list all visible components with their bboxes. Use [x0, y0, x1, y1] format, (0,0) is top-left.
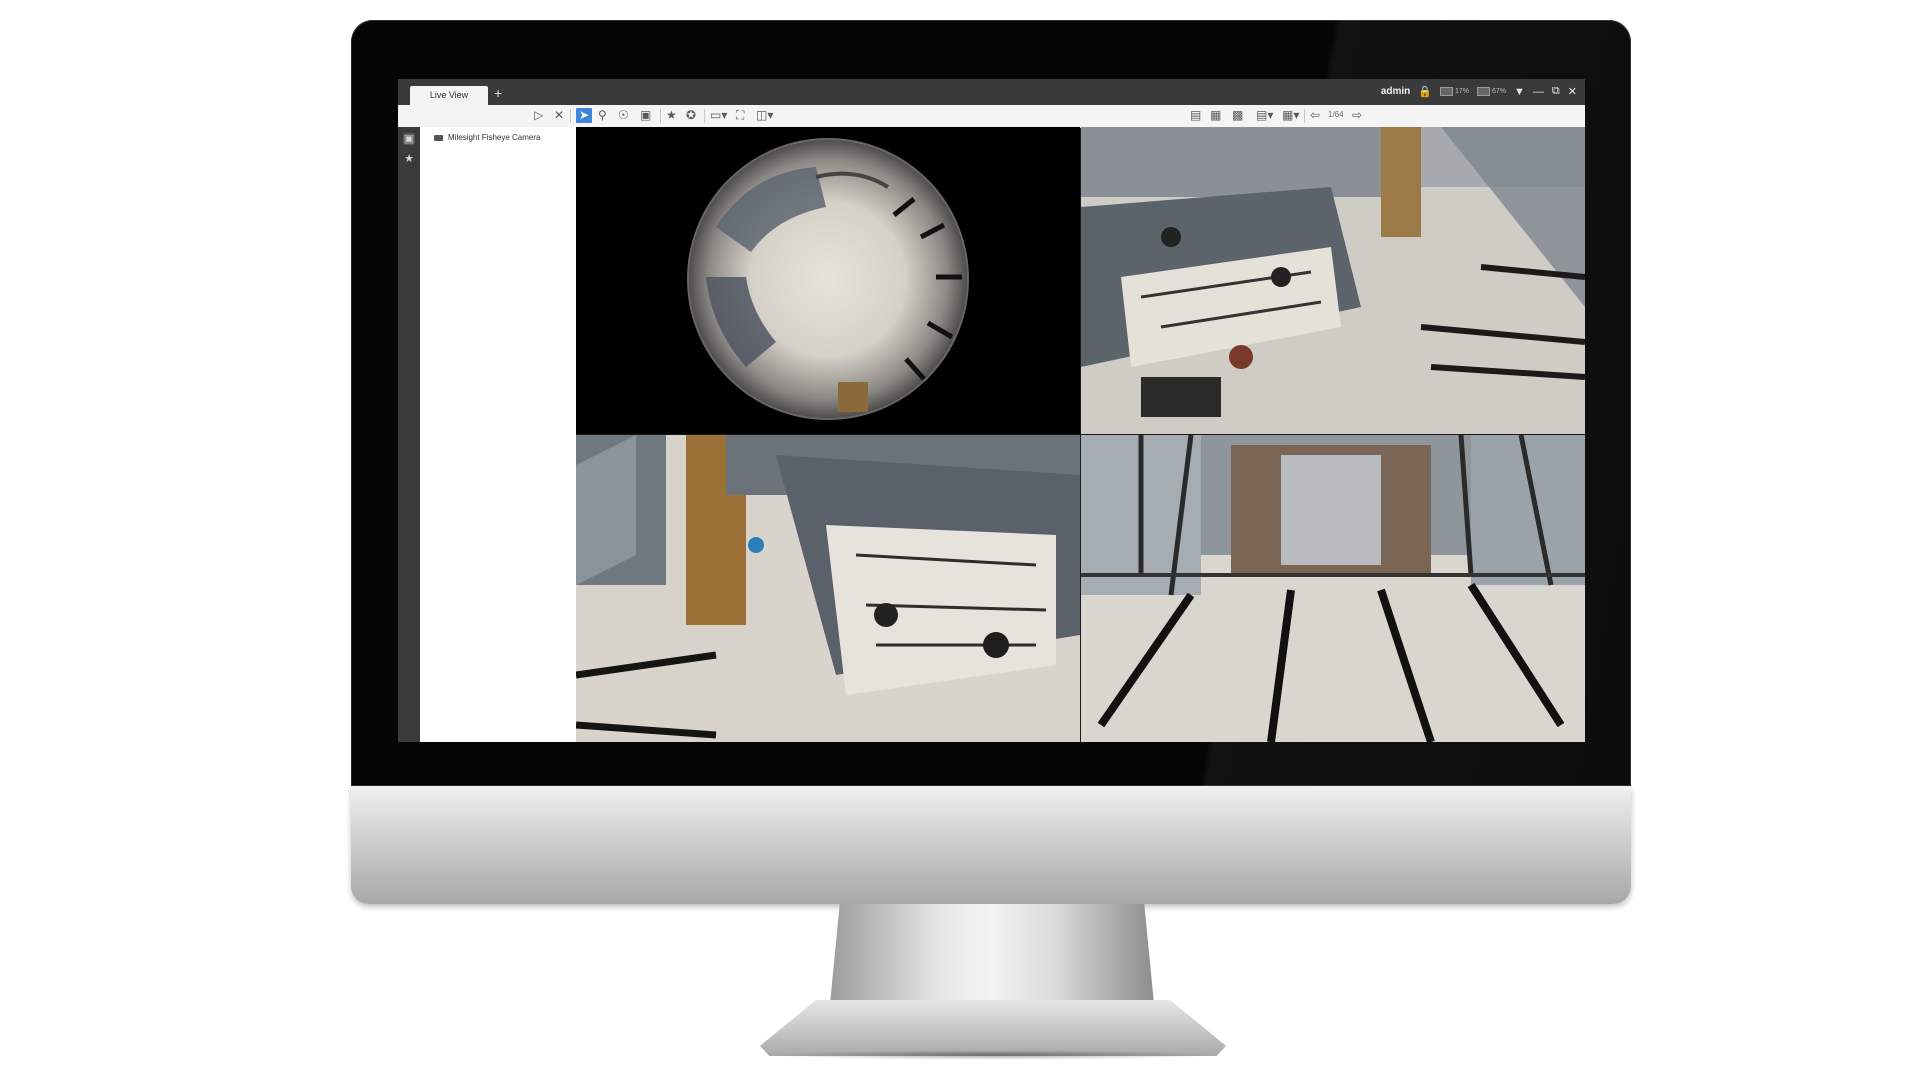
- close-all-icon[interactable]: ✕: [554, 108, 564, 123]
- layout-1x1-icon[interactable]: ▤: [1190, 108, 1201, 123]
- toolbar-divider: [1304, 109, 1305, 123]
- ram-value: 67%: [1492, 88, 1507, 95]
- corridor-view: [1081, 435, 1585, 742]
- previous-page-icon[interactable]: ⇦: [1310, 108, 1320, 123]
- layout-more-icon[interactable]: ▦▾: [1282, 108, 1299, 123]
- layout-3x3-icon[interactable]: ▩: [1232, 108, 1243, 123]
- ram-usage: 67%: [1477, 87, 1506, 96]
- device-panel: Milesight Fisheye Camera: [420, 127, 576, 742]
- close-icon[interactable]: ✕: [1568, 85, 1577, 98]
- user-name[interactable]: admin: [1381, 86, 1410, 97]
- video-tile-corridor[interactable]: [1081, 435, 1585, 742]
- fullscreen-icon[interactable]: ⛶: [736, 108, 744, 123]
- device-label: Milesight Fisheye Camera: [448, 133, 541, 142]
- monitor-chin: [351, 786, 1631, 904]
- favorite-icon[interactable]: ★: [666, 108, 677, 123]
- ram-icon: [1477, 87, 1491, 96]
- app-window: Live View + admin 🔒 17% 67% ▼ — ⧉ ✕ ▷ ✕ …: [398, 79, 1585, 742]
- device-list-icon[interactable]: ▣: [403, 133, 415, 145]
- play-icon[interactable]: ▷: [534, 108, 543, 123]
- video-grid: [576, 127, 1585, 742]
- add-favorite-icon[interactable]: ✪: [686, 108, 696, 123]
- fisheye-view: [576, 127, 1080, 434]
- window-division-icon[interactable]: ◫▾: [756, 108, 773, 123]
- cpu-value: 17%: [1455, 88, 1470, 95]
- snapshot-icon[interactable]: ▣: [640, 108, 651, 123]
- cpu-icon: [1440, 87, 1453, 96]
- view-toolbar: ▷ ✕ ➤ ⚲ ☉ ▣ ★ ✪ ▭▾ ⛶ ◫▾ ▤ ▦ ▩ ▤▾ ▦▾ ⇦ 1/…: [398, 105, 1585, 128]
- restore-icon[interactable]: ⧉: [1552, 85, 1560, 98]
- stand-shadow: [770, 1050, 1216, 1060]
- select-icon[interactable]: ➤: [576, 108, 592, 123]
- page-indicator: 1/64: [1328, 110, 1344, 119]
- favorites-icon[interactable]: ★: [403, 153, 415, 165]
- monitor-stand-foot: [760, 1000, 1226, 1056]
- video-tile-office-1[interactable]: [1081, 127, 1585, 434]
- device-item[interactable]: Milesight Fisheye Camera: [434, 133, 540, 142]
- layout-2x2-icon[interactable]: ▦: [1210, 108, 1221, 123]
- next-page-icon[interactable]: ⇨: [1352, 108, 1362, 123]
- monitor-stand-neck: [830, 904, 1154, 1004]
- minimize-icon[interactable]: —: [1533, 86, 1544, 98]
- layout-icon[interactable]: ▭▾: [710, 108, 727, 123]
- toolbar-divider: [704, 109, 705, 123]
- cpu-usage: 17%: [1440, 87, 1469, 96]
- zoom-icon[interactable]: ⚲: [598, 108, 607, 123]
- filter-icon[interactable]: ▼: [1514, 86, 1525, 98]
- layout-custom-icon[interactable]: ▤▾: [1256, 108, 1273, 123]
- video-tile-fisheye[interactable]: [576, 127, 1080, 434]
- office-view-1: [1081, 127, 1585, 434]
- tab-live-view[interactable]: Live View: [410, 86, 488, 105]
- toolbar-divider: [660, 109, 661, 123]
- title-bar-status: admin 🔒 17% 67% ▼ — ⧉ ✕: [1381, 85, 1577, 98]
- toolbar-divider: [570, 109, 571, 123]
- lock-icon[interactable]: 🔒: [1418, 85, 1432, 98]
- title-bar: Live View + admin 🔒 17% 67% ▼ — ⧉ ✕: [398, 79, 1585, 105]
- add-tab-button[interactable]: +: [494, 85, 502, 101]
- camera-icon: [434, 134, 443, 141]
- ptz-icon[interactable]: ☉: [618, 108, 629, 123]
- video-tile-office-2[interactable]: [576, 435, 1080, 742]
- left-rail: ▣ ★: [398, 127, 420, 742]
- office-view-2: [576, 435, 1080, 742]
